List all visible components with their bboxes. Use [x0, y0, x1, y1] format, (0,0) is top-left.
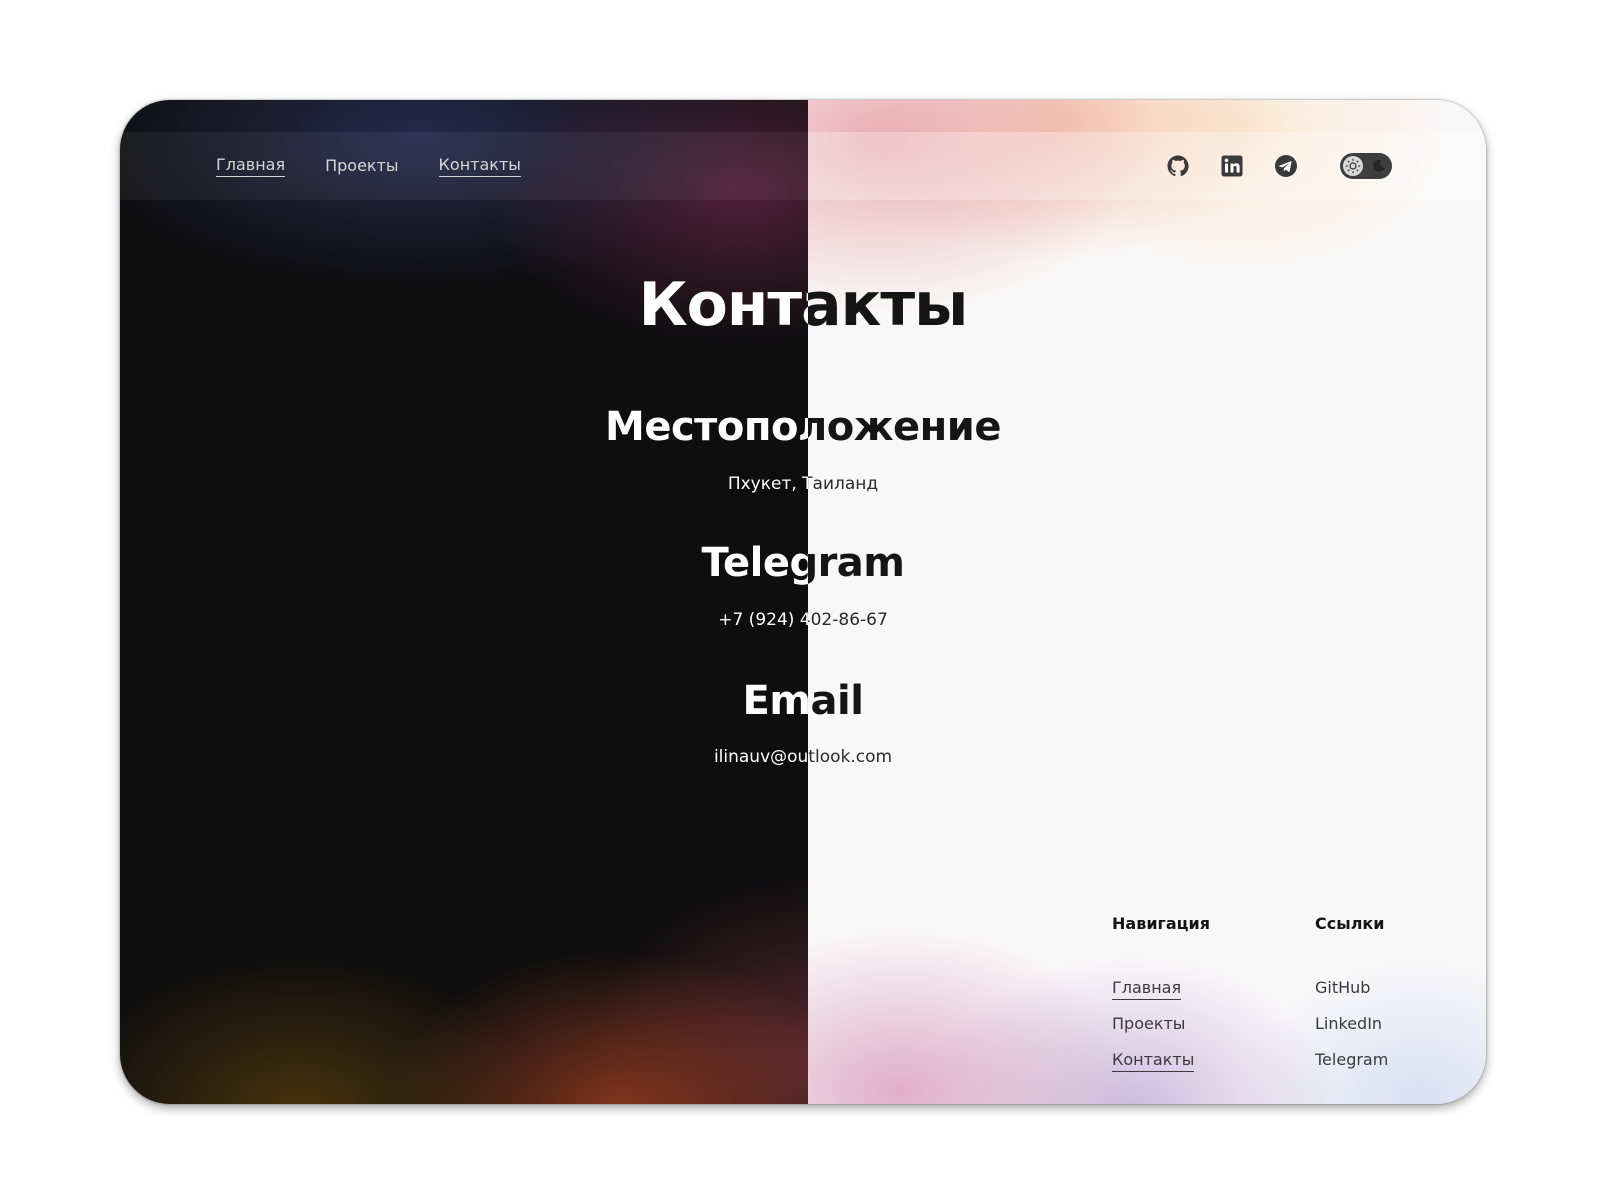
footer-links-list: GitHub LinkedIn Telegram — [1315, 974, 1388, 1082]
list-item: Telegram — [1315, 1046, 1388, 1082]
footer-links-heading: Ссылки — [1315, 914, 1385, 933]
theme-toggle[interactable] — [1340, 153, 1392, 179]
footer-link-github[interactable]: GitHub — [1315, 978, 1370, 999]
linkedin-icon[interactable] — [1220, 154, 1244, 178]
nav-link-contacts[interactable]: Контакты — [438, 155, 521, 177]
footer-link-telegram[interactable]: Telegram — [1315, 1050, 1388, 1071]
moon-icon — [1373, 159, 1385, 172]
sun-icon — [1345, 158, 1361, 174]
footer-navigation-heading: Навигация — [1112, 914, 1211, 933]
nav-link-home[interactable]: Главная — [216, 155, 286, 177]
app-window: Главная Проекты Контакты Контакты Местоп… — [120, 100, 1486, 1104]
footer-link-home[interactable]: Главная — [1112, 978, 1182, 1000]
list-item: GitHub — [1315, 974, 1388, 1010]
footer-navigation: Навигация Главная Проекты Контакты — [1112, 910, 1211, 1072]
github-icon[interactable] — [1166, 154, 1190, 178]
telegram-icon[interactable] — [1274, 154, 1298, 178]
footer-links: Ссылки GitHub LinkedIn Telegram — [1315, 910, 1388, 1069]
nav-right — [1166, 132, 1392, 200]
list-item: Главная — [1112, 974, 1194, 1010]
list-item: Проекты — [1112, 1010, 1194, 1046]
footer-link-linkedin[interactable]: LinkedIn — [1315, 1014, 1382, 1035]
footer-navigation-list: Главная Проекты Контакты — [1112, 974, 1195, 1082]
footer-link-contacts[interactable]: Контакты — [1112, 1050, 1195, 1072]
list-item: Контакты — [1112, 1046, 1195, 1082]
footer-link-projects[interactable]: Проекты — [1112, 1014, 1185, 1035]
nav-link-projects[interactable]: Проекты — [325, 156, 398, 177]
nav-links: Главная Проекты Контакты — [216, 132, 521, 200]
list-item: LinkedIn — [1315, 1010, 1388, 1046]
